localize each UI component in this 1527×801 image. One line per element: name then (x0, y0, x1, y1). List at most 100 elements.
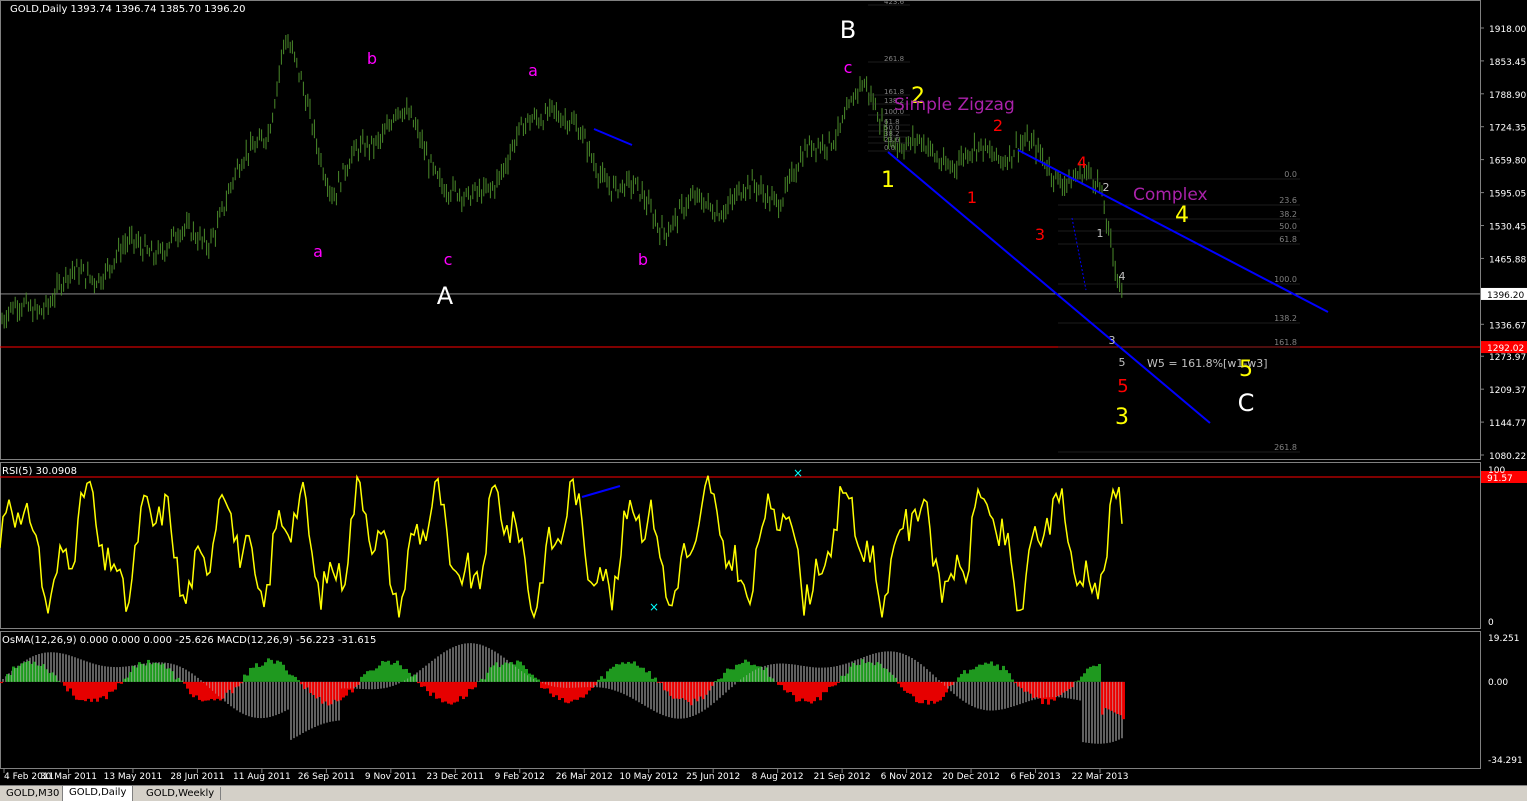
chart-canvas[interactable]: 1918.001853.451788.901724.351659.801595.… (0, 0, 1527, 785)
macd-panel[interactable]: 19.2510.00-34.291 (0, 634, 1523, 766)
wave-label-r5: 5 (1117, 376, 1128, 397)
tab-gold-m30[interactable]: GOLD,M30 (0, 787, 66, 800)
osma-bar (384, 662, 387, 682)
osma-bar (111, 682, 114, 692)
osma-bar (90, 682, 93, 702)
osma-bar (999, 670, 1002, 682)
osma-bar (990, 661, 993, 681)
osma-bar (615, 664, 618, 682)
osma-bar (279, 662, 282, 682)
osma-bar (816, 682, 819, 697)
osma-bar (645, 672, 648, 682)
tab-gold-weekly[interactable]: GOLD,Weekly (140, 787, 221, 800)
macd-panel-header: OsMA(12,26,9) 0.000 0.000 0.000 -25.626 … (2, 635, 376, 646)
osma-bar (186, 682, 189, 689)
osma-bar (966, 673, 969, 681)
chart-tab-bar: GOLD,M30 GOLD,Daily GOLD,Weekly (0, 785, 1527, 801)
osma-bar (1089, 667, 1092, 682)
wave-label-y4: 4 (1175, 203, 1189, 228)
osma-bar (420, 682, 423, 687)
osma-bar (114, 682, 117, 690)
osma-bar (390, 665, 393, 682)
time-tick-label: 21 Sep 2012 (814, 772, 871, 782)
osma-bar (459, 682, 462, 696)
osma-bar (66, 682, 69, 692)
osma-bar (282, 665, 285, 682)
osma-bar (795, 682, 798, 702)
osma-bar (75, 682, 78, 700)
osma-bar (939, 682, 942, 701)
osma-bar (1086, 669, 1089, 682)
osma-bar (84, 682, 87, 701)
osma-bar (474, 682, 477, 687)
osma-bar (834, 682, 837, 685)
osma-bar (975, 667, 978, 682)
osma-bar (822, 682, 825, 692)
osma-bar (810, 682, 813, 704)
price-tick-label: 1595.05 (1489, 190, 1526, 200)
osma-bar (183, 682, 186, 684)
osma-bar (603, 679, 606, 682)
osma-bar (837, 682, 840, 683)
osma-bar (426, 682, 429, 691)
price-tick-label: 1209.37 (1489, 386, 1526, 396)
osma-bar (1008, 673, 1011, 682)
osma-bar (804, 682, 807, 701)
price-panel-header: GOLD,Daily 1393.74 1396.74 1385.70 1396.… (10, 4, 246, 15)
time-tick-label: 26 Sep 2011 (298, 772, 355, 782)
time-tick-label: 30 Mar 2011 (40, 772, 97, 782)
osma-bar (0, 682, 3, 683)
osma-bar (819, 682, 822, 700)
osma-bar (276, 661, 279, 682)
price-tick-label: 1144.77 (1489, 419, 1526, 429)
time-tick-label: 10 May 2012 (619, 772, 678, 782)
wave-label-r2: 2 (993, 116, 1003, 135)
osma-bar (387, 661, 390, 682)
short-trendline (594, 129, 632, 145)
osma-bar (909, 682, 912, 694)
osma-bar (270, 660, 273, 682)
complex-label: Complex (1133, 185, 1208, 205)
wave-label-wave_B: B (840, 16, 856, 44)
osma-bar (801, 682, 804, 699)
fib-label: 138.2 (1274, 314, 1297, 323)
price-tick-label: 1724.35 (1489, 124, 1526, 134)
osma-bar (471, 682, 474, 689)
time-tick-label: 26 Mar 2012 (556, 772, 613, 782)
price-tick-label: 1465.88 (1489, 255, 1526, 265)
osma-bar (651, 679, 654, 682)
osma-bar (936, 682, 939, 702)
osma-bar (249, 668, 252, 682)
time-tick-label: 20 Dec 2012 (942, 772, 1000, 782)
time-tick-label: 9 Nov 2011 (365, 772, 417, 782)
osma-bar (441, 682, 444, 702)
osma-bar (435, 682, 438, 699)
osma-bar (366, 671, 369, 682)
osma-bar (372, 670, 375, 681)
wave-label-r4: 4 (1077, 153, 1087, 172)
fib-label: 161.8 (1274, 338, 1297, 347)
osma-bar (1098, 664, 1101, 682)
osma-bar (627, 662, 630, 682)
osma-bar (369, 670, 372, 681)
price-panel[interactable]: 1918.001853.451788.901724.351659.801595.… (0, 0, 1527, 462)
osma-bar (93, 682, 96, 699)
osma-bar (972, 669, 975, 682)
rsi-line (0, 476, 1122, 618)
osma-bar (381, 661, 384, 682)
macd-tick-label: 0.00 (1488, 678, 1508, 688)
osma-bar (900, 682, 903, 687)
time-tick-label: 28 Jun 2011 (170, 772, 224, 782)
osma-bar (243, 675, 246, 682)
osma-bar (108, 682, 111, 692)
osma-bar (378, 666, 381, 682)
price-tick-label: 1853.45 (1489, 58, 1526, 68)
osma-bar (465, 682, 468, 697)
fib-label: 61.8 (1279, 235, 1297, 244)
tab-gold-daily[interactable]: GOLD,Daily (62, 786, 133, 801)
rsi-tick-label: 0 (1488, 618, 1494, 628)
rsi-panel[interactable]: 91.571000×× (0, 466, 1527, 628)
fib-label: 23.6 (1279, 196, 1297, 205)
dotted-line (1072, 218, 1086, 290)
osma-bar (264, 662, 267, 682)
